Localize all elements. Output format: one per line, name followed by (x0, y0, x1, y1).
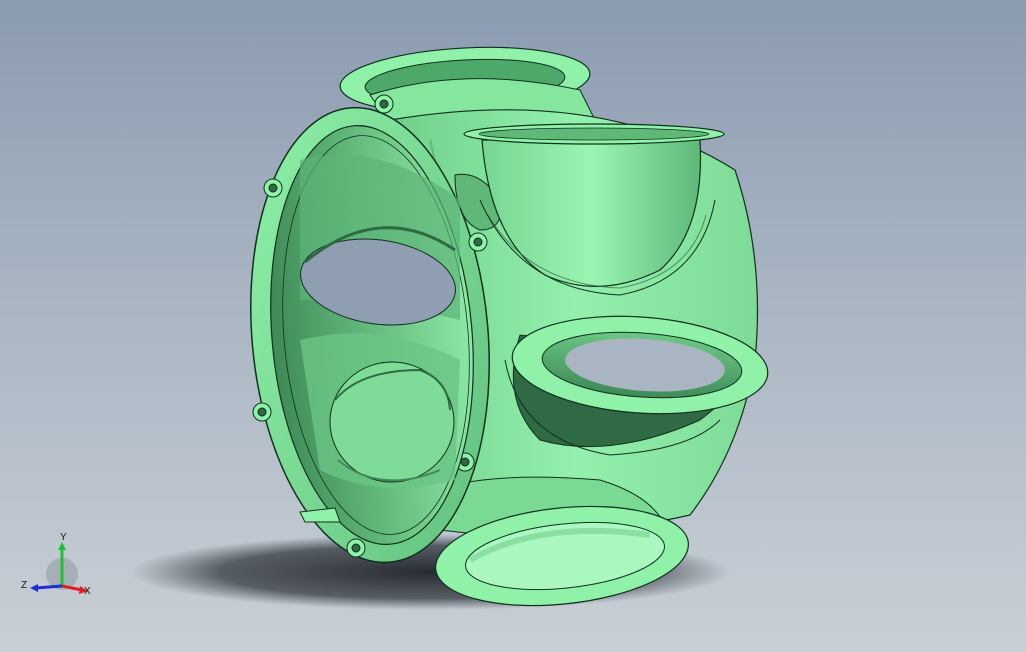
y-axis-arrow (58, 542, 66, 550)
x-axis-label: X (84, 586, 91, 597)
z-axis-label: Z (21, 580, 27, 591)
z-axis-line (35, 584, 63, 590)
y-axis-label: Y (60, 532, 67, 543)
lower-inner-port (329, 361, 455, 483)
z-axis-arrow (30, 584, 38, 592)
axis-triad: Y X Z (21, 532, 91, 597)
3d-model-view[interactable] (0, 0, 1026, 652)
graphics-viewport[interactable]: Y X Z (0, 0, 1026, 652)
